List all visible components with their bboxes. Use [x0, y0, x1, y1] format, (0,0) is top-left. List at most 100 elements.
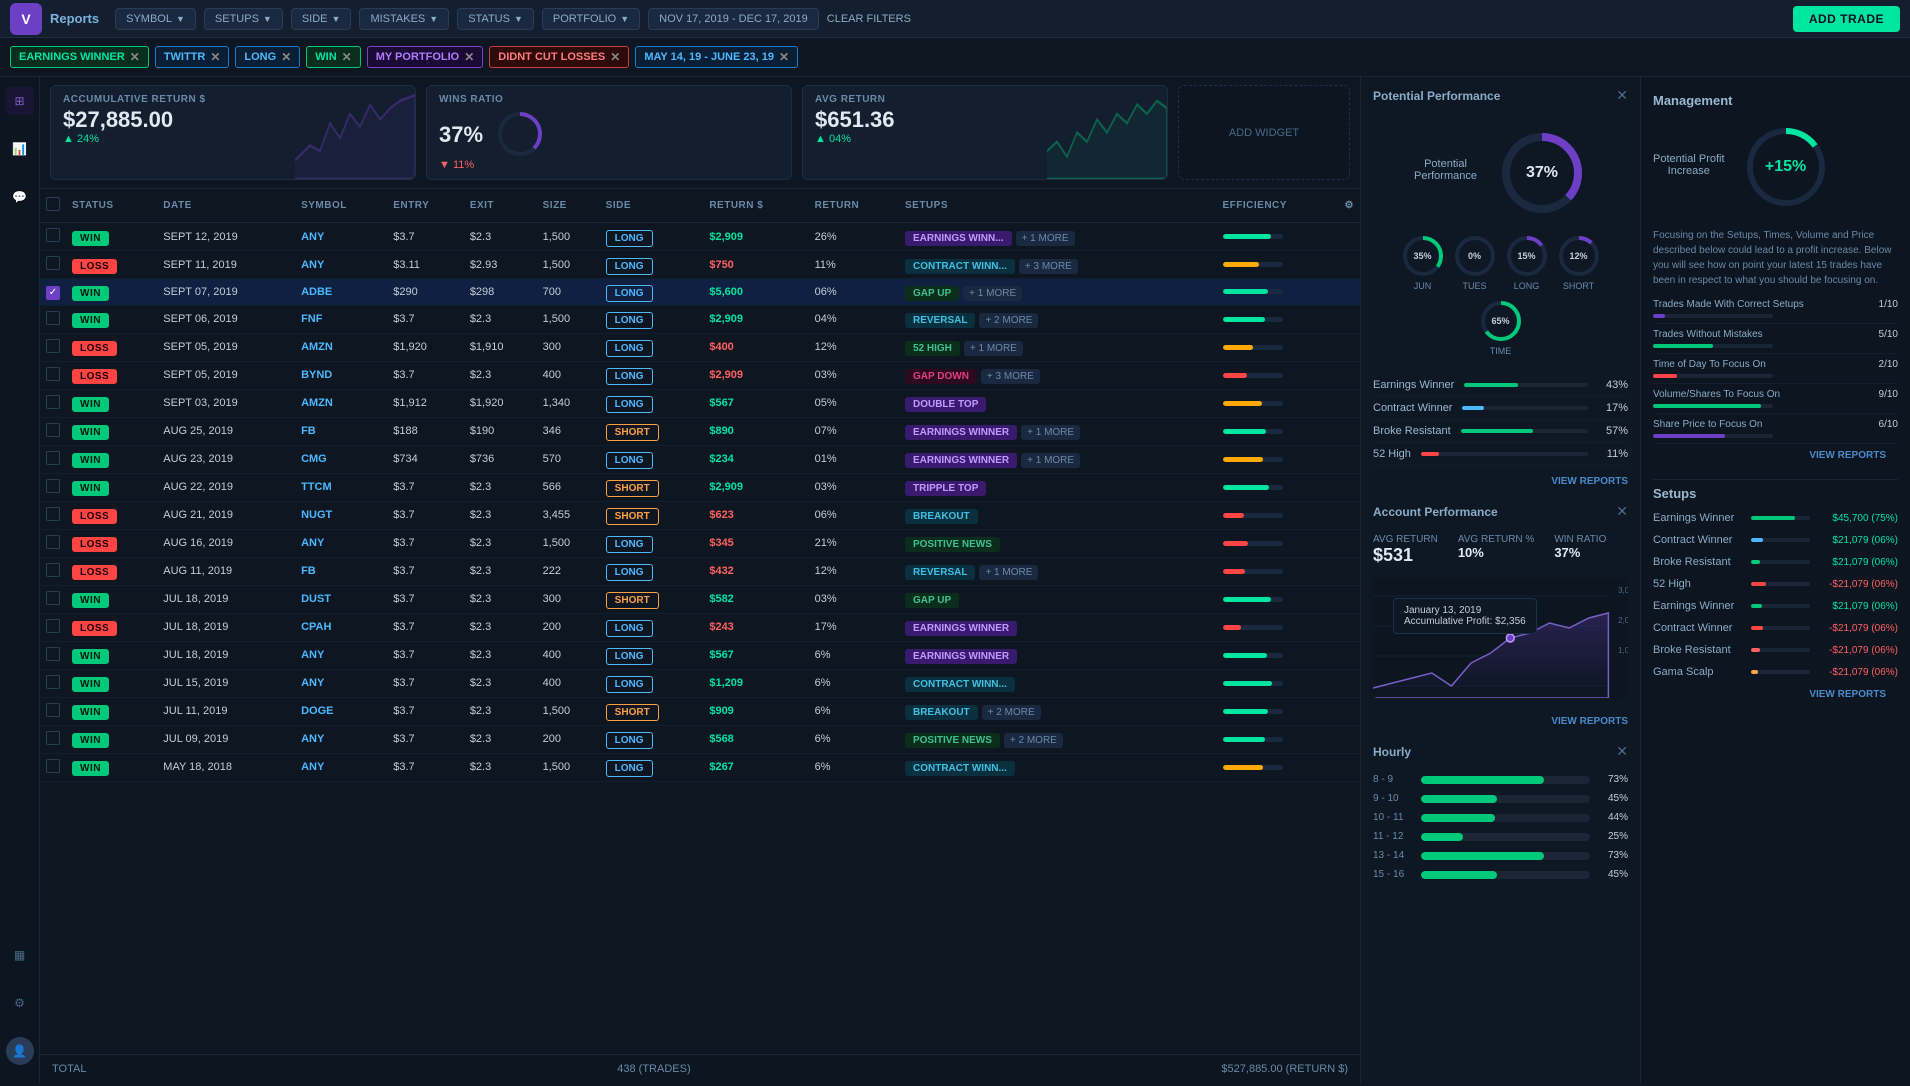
- table-row[interactable]: LOSS SEPT 05, 2019 AMZN $1,920 $1,910 30…: [40, 333, 1360, 361]
- setups-view-reports[interactable]: VIEW REPORTS: [1653, 683, 1898, 706]
- row-checkbox[interactable]: [46, 228, 60, 242]
- symbol-filter[interactable]: SYMBOL ▼: [115, 8, 196, 30]
- more-badge[interactable]: + 1 MORE: [1016, 231, 1075, 246]
- tag-cutlosses[interactable]: DIDNT CUT LOSSES✕: [489, 46, 629, 68]
- trade-symbol[interactable]: ANY: [295, 725, 387, 753]
- tag-close-portfolio[interactable]: ✕: [464, 50, 474, 64]
- tag-close-win[interactable]: ✕: [342, 50, 352, 64]
- trade-symbol[interactable]: DUST: [295, 585, 387, 613]
- mgmt-view-reports[interactable]: VIEW REPORTS: [1653, 444, 1898, 467]
- settings-icon[interactable]: ⚙: [1345, 200, 1354, 211]
- trade-symbol[interactable]: ANY: [295, 753, 387, 781]
- row-checkbox[interactable]: [46, 311, 60, 325]
- trade-symbol[interactable]: TTCM: [295, 473, 387, 501]
- tag-dates[interactable]: MAY 14, 19 - JUNE 23, 19✕: [635, 46, 798, 68]
- row-checkbox[interactable]: [46, 703, 60, 717]
- trade-symbol[interactable]: ANY: [295, 641, 387, 669]
- sidebar-icon-grid2[interactable]: ▦: [6, 941, 34, 969]
- table-row[interactable]: LOSS AUG 11, 2019 FB $3.7 $2.3 222 LONG …: [40, 557, 1360, 585]
- more-badge[interactable]: + 1 MORE: [964, 341, 1023, 356]
- row-checkbox[interactable]: [46, 731, 60, 745]
- tag-twittr[interactable]: TWITTR✕: [155, 46, 230, 68]
- table-row[interactable]: WIN MAY 18, 2018 ANY $3.7 $2.3 1,500 LON…: [40, 753, 1360, 781]
- trade-setup[interactable]: REVERSAL: [905, 565, 975, 580]
- table-row[interactable]: LOSS SEPT 05, 2019 BYND $3.7 $2.3 400 LO…: [40, 361, 1360, 389]
- trade-setup[interactable]: CONTRACT WINN...: [905, 761, 1015, 776]
- sidebar-icon-chart[interactable]: 📊: [6, 135, 34, 163]
- row-checkbox[interactable]: [46, 591, 60, 605]
- trade-setup[interactable]: GAP DOWN: [905, 369, 977, 384]
- sidebar-icon-message[interactable]: 💬: [6, 183, 34, 211]
- tag-close-cutlosses[interactable]: ✕: [610, 50, 620, 64]
- trade-setup[interactable]: POSITIVE NEWS: [905, 537, 1000, 552]
- trade-symbol[interactable]: CPAH: [295, 613, 387, 641]
- trade-symbol[interactable]: FB: [295, 417, 387, 445]
- more-badge[interactable]: + 2 MORE: [982, 705, 1041, 720]
- table-row[interactable]: WIN JUL 11, 2019 DOGE $3.7 $2.3 1,500 SH…: [40, 697, 1360, 725]
- portfolio-filter[interactable]: PORTFOLIO ▼: [542, 8, 640, 30]
- add-widget-button[interactable]: ADD WIDGET: [1178, 85, 1350, 180]
- more-badge[interactable]: + 1 MORE: [979, 565, 1038, 580]
- trade-symbol[interactable]: DOGE: [295, 697, 387, 725]
- sidebar-icon-grid[interactable]: ⊞: [6, 87, 34, 115]
- clear-filters[interactable]: CLEAR FILTERS: [827, 13, 911, 25]
- account-perf-close[interactable]: ✕: [1616, 503, 1628, 520]
- more-badge[interactable]: + 3 MORE: [981, 369, 1040, 384]
- date-range[interactable]: NOV 17, 2019 - DEC 17, 2019: [648, 8, 819, 30]
- more-badge[interactable]: + 1 MORE: [1021, 453, 1080, 468]
- sidebar-icon-user[interactable]: 👤: [6, 1037, 34, 1065]
- table-row[interactable]: WIN SEPT 06, 2019 FNF $3.7 $2.3 1,500 LO…: [40, 305, 1360, 333]
- trade-symbol[interactable]: ANY: [295, 669, 387, 697]
- row-checkbox[interactable]: [46, 563, 60, 577]
- trade-setup[interactable]: EARNINGS WINNER: [905, 649, 1017, 664]
- row-checkbox[interactable]: [46, 479, 60, 493]
- account-view-reports[interactable]: VIEW REPORTS: [1361, 710, 1640, 733]
- table-row[interactable]: LOSS AUG 16, 2019 ANY $3.7 $2.3 1,500 LO…: [40, 529, 1360, 557]
- table-row[interactable]: LOSS SEPT 11, 2019 ANY $3.11 $2.93 1,500…: [40, 251, 1360, 279]
- trade-symbol[interactable]: BYND: [295, 361, 387, 389]
- more-badge[interactable]: + 2 MORE: [1004, 733, 1063, 748]
- trade-setup[interactable]: EARNINGS WINNER: [905, 453, 1017, 468]
- tag-long[interactable]: LONG✕: [235, 46, 300, 68]
- trade-setup[interactable]: BREAKOUT: [905, 705, 978, 720]
- table-row[interactable]: LOSS JUL 18, 2019 CPAH $3.7 $2.3 200 LON…: [40, 613, 1360, 641]
- trade-symbol[interactable]: ANY: [295, 223, 387, 251]
- trade-symbol[interactable]: FB: [295, 557, 387, 585]
- tag-close-earnings[interactable]: ✕: [130, 50, 140, 64]
- trade-setup[interactable]: EARNINGS WINNER: [905, 621, 1017, 636]
- row-checkbox[interactable]: [46, 423, 60, 437]
- trade-setup[interactable]: GAP UP: [905, 286, 959, 301]
- row-checkbox[interactable]: [46, 759, 60, 773]
- hourly-close[interactable]: ✕: [1616, 743, 1628, 760]
- row-checkbox[interactable]: ✓: [46, 286, 60, 300]
- potential-perf-close[interactable]: ✕: [1616, 87, 1628, 104]
- trade-symbol[interactable]: ADBE: [295, 279, 387, 306]
- trade-symbol[interactable]: CMG: [295, 445, 387, 473]
- tag-portfolio[interactable]: MY PORTFOLIO✕: [367, 46, 484, 68]
- row-checkbox[interactable]: [46, 451, 60, 465]
- table-row[interactable]: WIN JUL 09, 2019 ANY $3.7 $2.3 200 LONG …: [40, 725, 1360, 753]
- trade-setup[interactable]: CONTRACT WINN...: [905, 259, 1015, 274]
- table-row[interactable]: WIN AUG 25, 2019 FB $188 $190 346 SHORT …: [40, 417, 1360, 445]
- trade-setup[interactable]: EARNINGS WINN...: [905, 231, 1012, 246]
- tag-earnings[interactable]: EARNINGS WINNER✕: [10, 46, 149, 68]
- view-reports-link[interactable]: VIEW REPORTS: [1361, 470, 1640, 493]
- row-checkbox[interactable]: [46, 395, 60, 409]
- select-all-checkbox[interactable]: [46, 197, 60, 211]
- side-filter[interactable]: SIDE ▼: [291, 8, 352, 30]
- tag-close-long[interactable]: ✕: [281, 50, 291, 64]
- table-row[interactable]: LOSS AUG 21, 2019 NUGT $3.7 $2.3 3,455 S…: [40, 501, 1360, 529]
- table-row[interactable]: WIN AUG 23, 2019 CMG $734 $736 570 LONG …: [40, 445, 1360, 473]
- data-table-wrap[interactable]: STATUS DATE SYMBOL ENTRY EXIT SIZE SIDE …: [40, 189, 1360, 1054]
- trade-symbol[interactable]: ANY: [295, 251, 387, 279]
- more-badge[interactable]: + 1 MORE: [1021, 425, 1080, 440]
- setups-filter[interactable]: SETUPS ▼: [204, 8, 283, 30]
- table-row[interactable]: WIN SEPT 12, 2019 ANY $3.7 $2.3 1,500 LO…: [40, 223, 1360, 251]
- table-row[interactable]: WIN JUL 18, 2019 DUST $3.7 $2.3 300 SHOR…: [40, 585, 1360, 613]
- table-row[interactable]: ✓ WIN SEPT 07, 2019 ADBE $290 $298 700 L…: [40, 279, 1360, 306]
- row-checkbox[interactable]: [46, 675, 60, 689]
- trade-setup[interactable]: EARNINGS WINNER: [905, 425, 1017, 440]
- row-checkbox[interactable]: [46, 507, 60, 521]
- mistakes-filter[interactable]: MISTAKES ▼: [359, 8, 449, 30]
- status-filter[interactable]: STATUS ▼: [457, 8, 534, 30]
